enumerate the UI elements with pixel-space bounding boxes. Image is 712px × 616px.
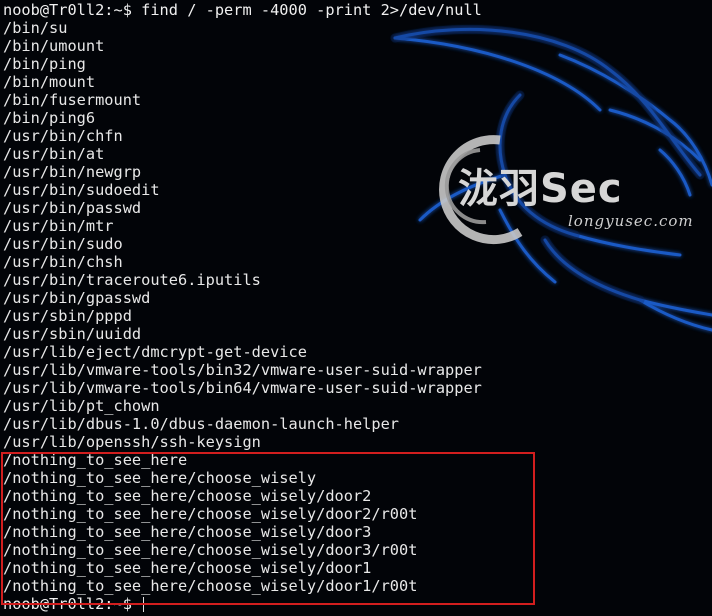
prompt-text: noob@Tr0ll2:~$ [3,595,142,613]
output-line: /bin/ping [3,55,86,73]
output-line: /usr/bin/passwd [3,199,142,217]
output-line-highlighted: /nothing_to_see_here/choose_wisely/door3 [3,523,372,541]
output-line: /usr/bin/chsh [3,253,123,271]
output-line: /bin/umount [3,37,105,55]
command-line: noob@Tr0ll2:~$ find / -perm -4000 -print… [3,1,482,19]
output-line: /usr/bin/mtr [3,217,114,235]
output-line: /bin/ping6 [3,109,96,127]
output-line-highlighted: /nothing_to_see_here/choose_wisely/door1 [3,559,372,577]
terminal-output: noob@Tr0ll2:~$ find / -perm -4000 -print… [3,1,711,613]
output-line: /bin/fusermount [3,91,142,109]
output-line: /usr/lib/pt_chown [3,397,160,415]
output-line: /usr/bin/newgrp [3,163,142,181]
text-cursor [143,597,145,612]
prompt-line[interactable]: noob@Tr0ll2:~$ [3,595,711,613]
output-line: /usr/bin/sudoedit [3,181,160,199]
output-line: /bin/mount [3,73,96,91]
output-line: /usr/lib/dbus-1.0/dbus-daemon-launch-hel… [3,415,400,433]
output-line: /usr/bin/traceroute6.iputils [3,271,261,289]
output-line: /usr/lib/openssh/ssh-keysign [3,433,261,451]
output-line: /usr/bin/sudo [3,235,123,253]
output-line: /usr/sbin/pppd [3,307,132,325]
output-line: /usr/bin/gpasswd [3,289,151,307]
output-line: /usr/bin/at [3,145,105,163]
output-line: /bin/su [3,19,68,37]
output-line: /usr/lib/vmware-tools/bin64/vmware-user-… [3,379,482,397]
output-line-highlighted: /nothing_to_see_here/choose_wisely/door1… [3,577,418,595]
output-line-highlighted: /nothing_to_see_here/choose_wisely [3,469,317,487]
output-line: /usr/bin/chfn [3,127,123,145]
output-line-highlighted: /nothing_to_see_here/choose_wisely/door2… [3,505,418,523]
output-line-highlighted: /nothing_to_see_here/choose_wisely/door3… [3,541,418,559]
output-line: /usr/lib/eject/dmcrypt-get-device [3,343,307,361]
output-line-highlighted: /nothing_to_see_here/choose_wisely/door2 [3,487,372,505]
output-line: /usr/lib/vmware-tools/bin32/vmware-user-… [3,361,482,379]
output-line: /usr/sbin/uuidd [3,325,142,343]
output-line-highlighted: /nothing_to_see_here [3,451,188,469]
terminal-window[interactable]: 泷羽Sec longyusec.com noob@Tr0ll2:~$ find … [0,0,712,616]
